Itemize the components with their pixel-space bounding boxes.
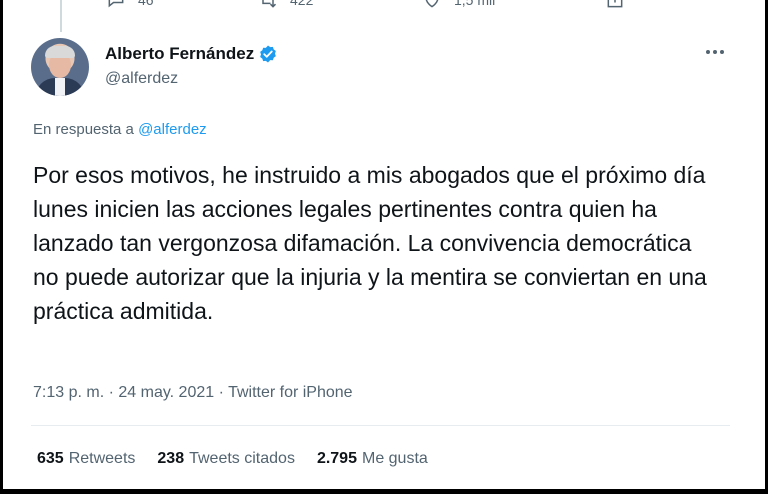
quotes-stat[interactable]: 238 Tweets citados xyxy=(157,450,295,468)
author-block: Alberto Fernández @alferdez xyxy=(105,44,278,88)
like-action[interactable]: 1,5 mil xyxy=(422,0,495,10)
retweet-action[interactable]: 422 xyxy=(258,0,313,10)
more-options-icon[interactable] xyxy=(702,44,728,60)
thread-connector-line xyxy=(60,0,62,32)
tweet-stats: 635 Retweets 238 Tweets citados 2.795 Me gu… xyxy=(37,450,428,468)
window-frame-bottom xyxy=(0,489,768,494)
heart-icon xyxy=(425,0,439,8)
previous-tweet-actions: 46 422 1,5 mil xyxy=(98,0,738,10)
author-display-name[interactable]: Alberto Fernández xyxy=(105,44,254,64)
reply-count: 46 xyxy=(138,0,154,8)
divider xyxy=(31,425,730,426)
retweet-count: 422 xyxy=(290,0,314,8)
share-action[interactable] xyxy=(605,0,625,10)
share-icon xyxy=(607,0,623,8)
retweets-label: Retweets xyxy=(68,450,136,467)
like-count: 1,5 mil xyxy=(454,0,496,8)
window-frame-left xyxy=(0,0,3,494)
verified-badge-icon xyxy=(258,44,278,64)
tweet-timestamp[interactable]: 7:13 p. m. · 24 may. 2021 · Twitter for … xyxy=(33,384,353,402)
retweets-count: 635 xyxy=(37,450,64,467)
likes-stat[interactable]: 2.795 Me gusta xyxy=(317,450,428,468)
quotes-label: Tweets citados xyxy=(189,450,295,467)
reply-prefix: En respuesta a xyxy=(33,121,134,138)
tweet-text: Por esos motivos, he instruido a mis abo… xyxy=(33,162,707,324)
quotes-count: 238 xyxy=(157,450,185,467)
reply-context: En respuesta a @alferdez xyxy=(33,121,207,138)
reply-mention-link[interactable]: @alferdez xyxy=(138,121,207,138)
likes-label: Me gusta xyxy=(361,450,428,467)
likes-count: 2.795 xyxy=(316,450,357,467)
retweets-stat[interactable]: 635 Retweets xyxy=(37,450,135,468)
retweet-icon xyxy=(262,0,277,8)
author-handle[interactable]: @alferdez xyxy=(105,70,278,88)
reply-icon xyxy=(108,0,124,8)
reply-action[interactable]: 46 xyxy=(106,0,154,10)
avatar[interactable] xyxy=(31,38,89,96)
